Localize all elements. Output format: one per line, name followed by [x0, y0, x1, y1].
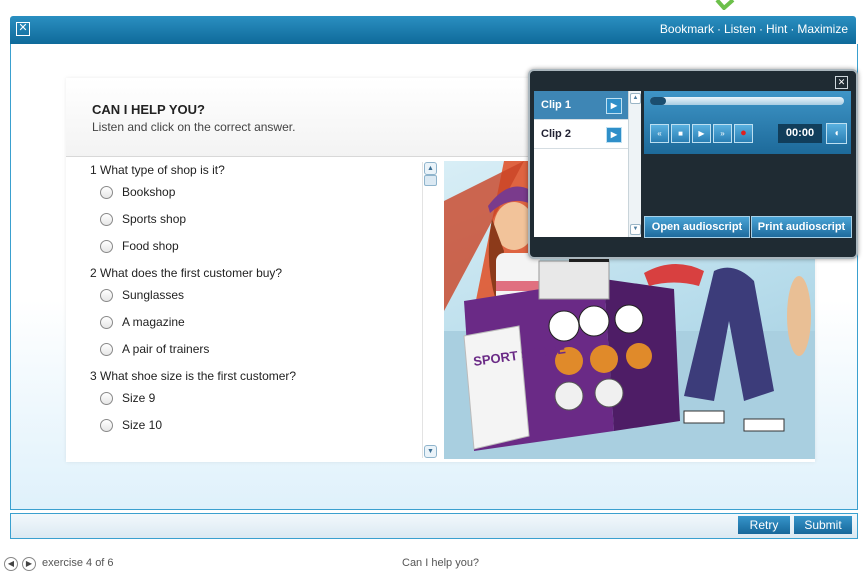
stop-icon[interactable]: ■ [671, 124, 690, 143]
answer-option[interactable]: Size 9 [100, 385, 438, 412]
option-label: Size 9 [122, 391, 156, 405]
exercise-title: CAN I HELP YOU? [92, 102, 205, 117]
hint-link[interactable]: Hint [766, 22, 787, 36]
exercise-name: Can I help you? [402, 557, 480, 569]
scroll-up-icon[interactable]: ▲ [424, 162, 437, 175]
listen-link[interactable]: Listen [724, 22, 756, 36]
rewind-icon[interactable]: « [650, 124, 669, 143]
option-label: A magazine [122, 315, 185, 329]
option-label: Size 10 [122, 418, 163, 432]
scroll-down-icon[interactable]: ▼ [630, 224, 641, 235]
previous-arrow-icon[interactable]: ◀ [4, 557, 18, 571]
check-icon [715, 0, 735, 10]
clip-item-1[interactable]: Clip 1 ▶ [534, 91, 628, 120]
open-audioscript-button[interactable]: Open audioscript [644, 216, 750, 238]
submit-button[interactable]: Submit [794, 516, 852, 534]
radio-button[interactable] [100, 392, 113, 405]
answer-option[interactable]: Size 10 [100, 412, 438, 439]
radio-button[interactable] [100, 343, 113, 356]
toolbar-menu: Bookmark · Listen · Hint · Maximize [660, 22, 848, 36]
menu-separator: · [790, 22, 795, 36]
radio-button[interactable] [100, 240, 113, 253]
answer-option[interactable]: A magazine [100, 309, 438, 336]
footer: ◀ ▶ exercise 4 of 6 Can I help you? [0, 551, 866, 571]
scroll-down-icon[interactable]: ▼ [424, 445, 437, 458]
play-clip-icon[interactable]: ▶ [606, 127, 622, 143]
bookmark-link[interactable]: Bookmark [660, 22, 714, 36]
next-arrow-icon[interactable]: ▶ [22, 557, 36, 571]
fast-forward-icon[interactable]: » [713, 124, 732, 143]
scroll-up-icon[interactable]: ▲ [630, 93, 641, 104]
question-3: 3 What shoe size is the first customer? [90, 369, 297, 383]
question-2: 2 What does the first customer buy? [90, 266, 283, 280]
top-toolbar: ✕ Bookmark · Listen · Hint · Maximize [10, 16, 856, 44]
clip-list: Clip 1 ▶ Clip 2 ▶ [534, 91, 628, 237]
retry-button[interactable]: Retry [738, 516, 790, 534]
option-label: Food shop [122, 239, 179, 253]
clip-list-scrollbar[interactable]: ▲ ▼ [628, 91, 641, 237]
playback-progress-slider[interactable] [650, 97, 844, 105]
answer-option[interactable]: Bookshop [100, 179, 438, 206]
time-display: 00:00 [778, 124, 822, 143]
option-label: Bookshop [122, 185, 176, 199]
answer-option[interactable]: Food shop [100, 233, 438, 260]
menu-separator: · [716, 22, 721, 36]
play-icon[interactable]: ▶ [692, 124, 711, 143]
option-label: Sports shop [122, 212, 187, 226]
questions-scrollbar[interactable]: ▲ ▼ [422, 162, 437, 458]
option-label: Sunglasses [122, 288, 185, 302]
radio-button[interactable] [100, 316, 113, 329]
close-icon[interactable]: ✕ [16, 22, 30, 36]
radio-button[interactable] [100, 213, 113, 226]
action-bar: Retry Submit [10, 513, 858, 539]
play-clip-icon[interactable]: ▶ [606, 98, 622, 114]
maximize-link[interactable]: Maximize [797, 22, 848, 36]
radio-button[interactable] [100, 419, 113, 432]
question-list: 1 What type of shop is it? Bookshop Spor… [66, 157, 438, 462]
answer-option[interactable]: Sunglasses [100, 282, 438, 309]
audio-player: ✕ Clip 1 ▶ Clip 2 ▶ ▲ ▼ « ■ ▶ » ● 00:00 … [528, 69, 858, 259]
radio-button[interactable] [100, 186, 113, 199]
clip-label: Clip 2 [541, 128, 571, 140]
volume-icon[interactable]: ◖ [826, 123, 847, 144]
clip-item-2[interactable]: Clip 2 ▶ [534, 120, 628, 149]
scroll-thumb[interactable] [424, 175, 437, 186]
answer-option[interactable]: A pair of trainers [100, 336, 438, 363]
progress-knob[interactable] [650, 97, 666, 105]
radio-button[interactable] [100, 289, 113, 302]
exercise-instruction: Listen and click on the correct answer. [92, 120, 296, 134]
clip-label: Clip 1 [541, 99, 571, 111]
record-icon[interactable]: ● [734, 124, 753, 143]
menu-separator: · [758, 22, 763, 36]
player-controls: « ■ ▶ » ● 00:00 ◖ [644, 91, 851, 154]
question-1: 1 What type of shop is it? [90, 163, 225, 177]
option-label: A pair of trainers [122, 342, 210, 356]
answer-option[interactable]: Sports shop [100, 206, 438, 233]
print-audioscript-button[interactable]: Print audioscript [751, 216, 852, 238]
exercise-progress: exercise 4 of 6 [42, 557, 114, 569]
close-player-icon[interactable]: ✕ [835, 76, 848, 89]
